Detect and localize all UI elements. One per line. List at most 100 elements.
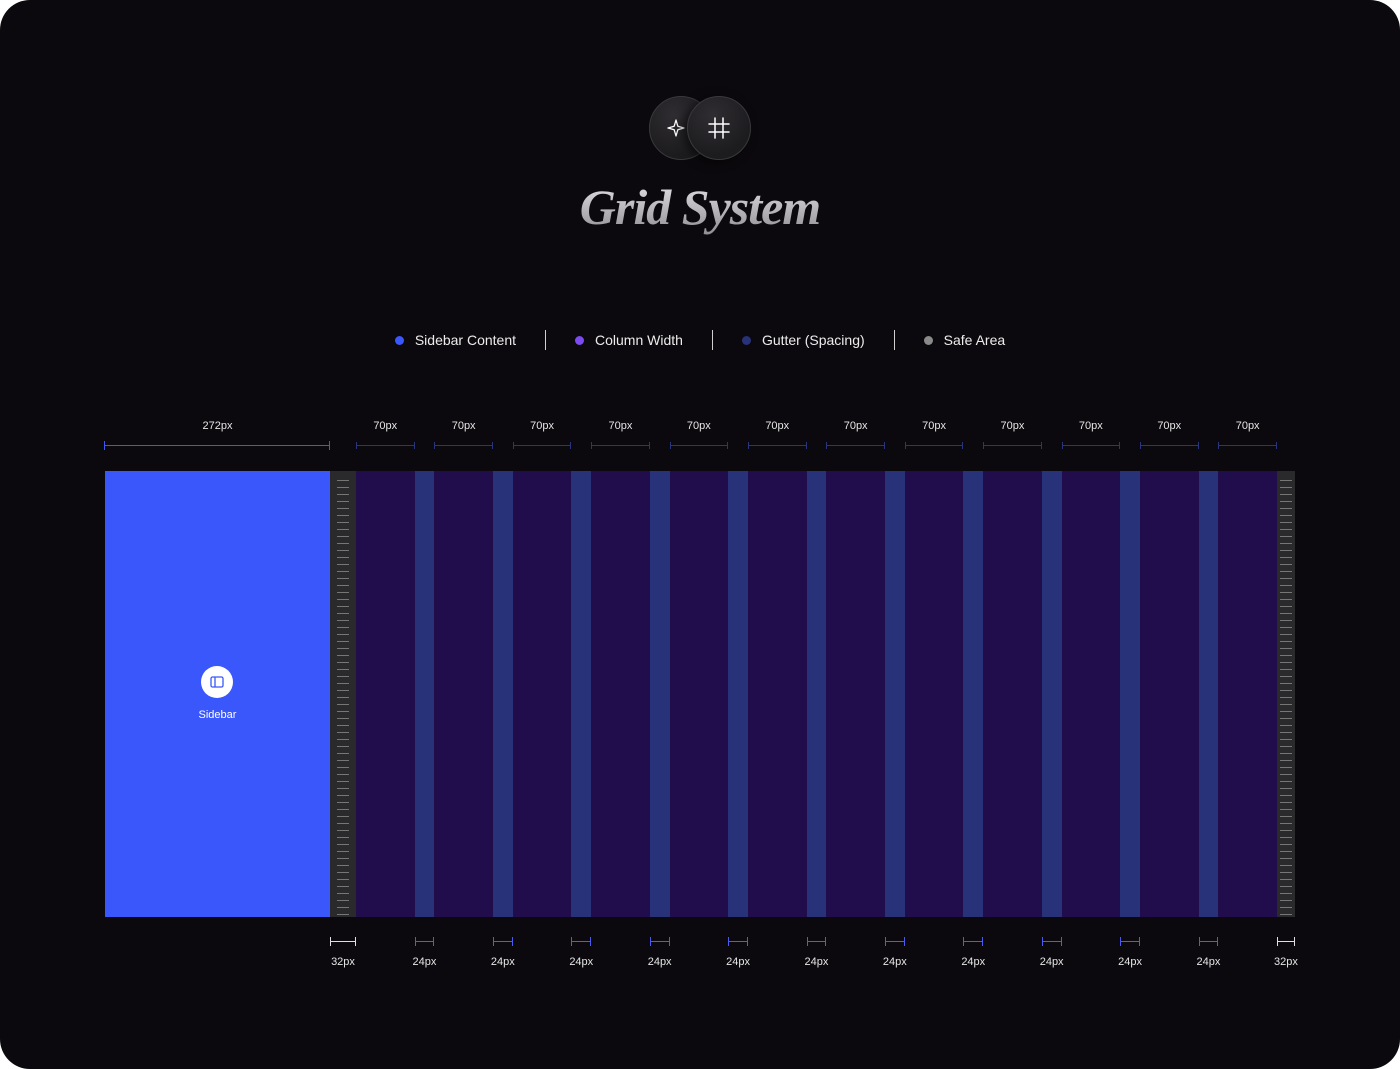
dimension-tick — [104, 441, 105, 450]
column-width-label: 70px — [451, 420, 476, 432]
safe-area-margin — [1276, 471, 1295, 917]
legend-divider — [711, 330, 713, 350]
gutter-width-label: 24px — [490, 956, 515, 968]
spacing-dimension-line — [1276, 941, 1295, 942]
dimension-tick — [414, 937, 416, 946]
spacing-dimension-line — [1120, 941, 1140, 942]
dimension-tick — [433, 937, 435, 946]
legend: Sidebar Content Column Width Gutter (Spa… — [0, 328, 1400, 352]
grid-column — [904, 471, 964, 917]
column-dimension-line — [1218, 445, 1277, 446]
dimension-tick — [806, 937, 808, 946]
column-width-label: 70px — [1078, 420, 1103, 432]
legend-item-column-width: Column Width — [575, 332, 683, 348]
column-width-label: 70px — [1235, 420, 1260, 432]
grid-gutter — [884, 471, 905, 917]
column-width-label: 70px — [765, 420, 790, 432]
column-dimension-line — [434, 445, 493, 446]
spacing-dimension-line — [571, 941, 592, 942]
dimension-tick — [355, 937, 356, 946]
legend-dot — [741, 335, 751, 345]
column-dimension-line — [983, 445, 1042, 446]
sidebar-block: Sidebar — [105, 471, 330, 917]
column-dimension-line — [356, 445, 415, 446]
legend-divider — [893, 330, 895, 350]
sidebar-label: Sidebar — [198, 709, 237, 721]
spacing-dimension-line — [728, 941, 748, 942]
dimension-tick — [492, 937, 494, 946]
column-width-label: 70px — [922, 420, 946, 432]
column-dimension-line — [826, 445, 885, 446]
column-width-label: 70px — [530, 420, 554, 432]
legend-label: Sidebar Content — [414, 332, 517, 348]
dimension-tick — [591, 442, 593, 449]
column-width-label: 70px — [1157, 420, 1182, 432]
spacing-dimension-line — [884, 941, 905, 942]
dimension-tick — [1061, 442, 1063, 449]
dimension-tick — [668, 937, 670, 946]
dimension-tick — [1218, 442, 1220, 449]
page-title: Grid System — [0, 178, 1400, 236]
safe-area-width-label: 32px — [331, 956, 355, 968]
dimension-tick — [826, 442, 828, 449]
legend-label: Column Width — [595, 332, 683, 348]
dimension-tick — [1217, 937, 1219, 946]
dimension-tick — [825, 937, 827, 946]
dimension-tick — [1197, 442, 1199, 449]
grid-column — [669, 471, 729, 917]
grid-column — [512, 471, 572, 917]
spacing-dimension-line — [414, 941, 435, 942]
canvas-frame: Grid System Sidebar Content Column Width… — [0, 0, 1400, 1069]
gutter-width-label: 24px — [647, 956, 672, 968]
column-dimension-line — [904, 445, 964, 446]
sidebar-panel-icon — [201, 666, 233, 698]
grid-gutter — [1120, 471, 1140, 917]
dimension-tick — [511, 937, 513, 946]
column-width-label: 70px — [843, 420, 868, 432]
dimension-tick — [330, 937, 331, 946]
sidebar-width-label: 272px — [202, 420, 233, 432]
dimension-tick — [1060, 937, 1062, 946]
dimension-tick — [669, 442, 671, 449]
column-dimension-line — [748, 445, 807, 446]
legend-item-gutter: Gutter (Spacing) — [741, 332, 865, 348]
dimension-tick — [413, 442, 415, 449]
dimension-tick — [728, 937, 730, 946]
dimension-tick — [904, 442, 906, 449]
grid-column — [1061, 471, 1121, 917]
dimension-tick — [748, 442, 749, 449]
grid-gutter — [571, 471, 592, 917]
dimension-tick — [649, 937, 651, 946]
dimension-tick — [491, 442, 493, 449]
gutter-width-label: 24px — [1039, 956, 1064, 968]
column-width-label: 70px — [1000, 420, 1025, 432]
grid-gutter — [806, 471, 827, 917]
spacing-dimension-line — [963, 941, 984, 942]
legend-dot — [394, 335, 404, 345]
dimension-tick — [727, 442, 729, 449]
column-dimension-line — [512, 445, 572, 446]
grid-gutter — [728, 471, 748, 917]
dimension-tick — [571, 937, 573, 946]
grid-column — [356, 471, 415, 917]
legend-item-sidebar-content: Sidebar Content — [394, 332, 517, 348]
dimension-tick — [962, 442, 964, 449]
dimension-tick — [983, 442, 985, 449]
grid-gutter — [492, 471, 513, 917]
column-dimension-line — [1140, 445, 1199, 446]
spacing-dimension-line — [1041, 941, 1062, 942]
grid-gutter — [1198, 471, 1219, 917]
dimension-tick — [1040, 442, 1042, 449]
column-dimension-line — [1061, 445, 1121, 446]
dimension-tick — [963, 937, 965, 946]
gutter-width-label: 24px — [1196, 956, 1221, 968]
dimension-tick — [1198, 937, 1200, 946]
grid-column — [1218, 471, 1277, 917]
column-dimension-line — [669, 445, 729, 446]
gutter-width-label: 24px — [961, 956, 986, 968]
grid-gutter — [1041, 471, 1062, 917]
dimension-tick — [1140, 442, 1141, 449]
grid-column — [434, 471, 493, 917]
spacing-dimension-line — [806, 941, 827, 942]
grid-gutter — [414, 471, 435, 917]
